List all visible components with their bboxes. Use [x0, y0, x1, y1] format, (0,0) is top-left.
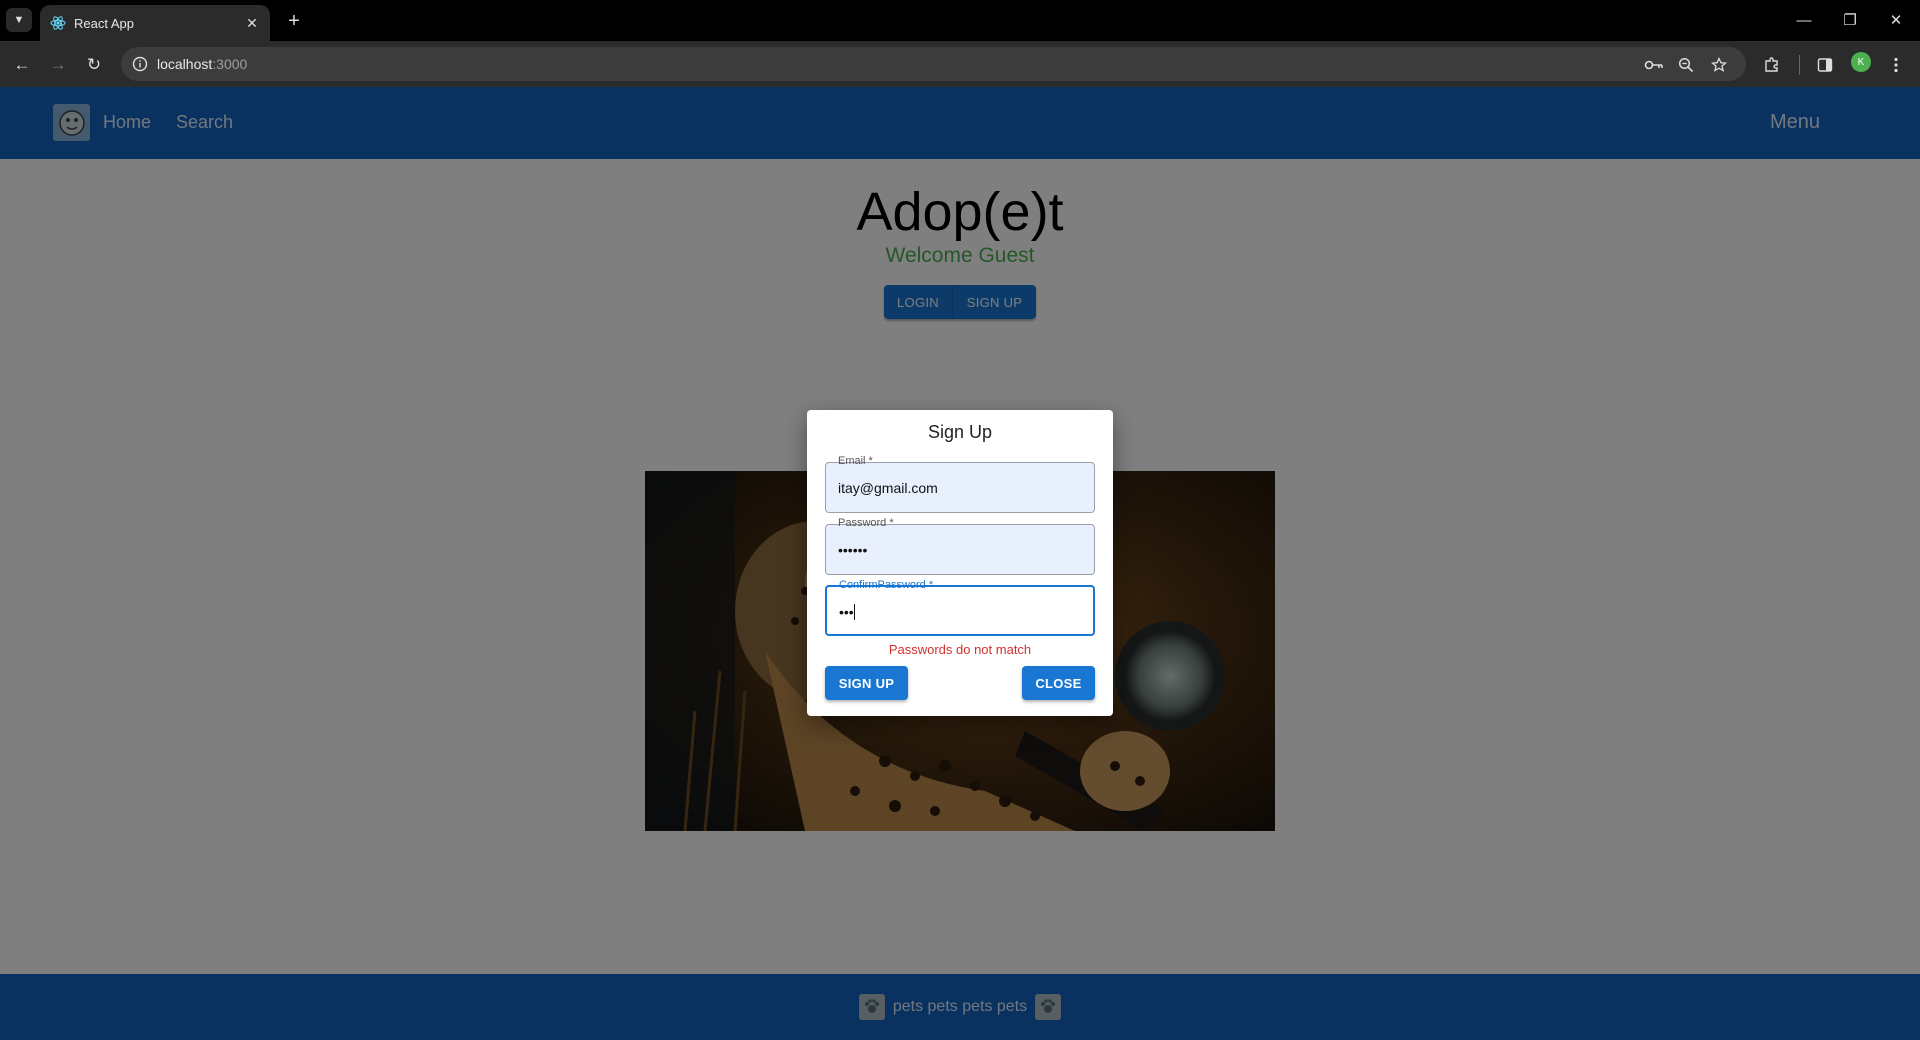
chrome-menu-icon[interactable]: [1885, 54, 1907, 76]
dialog-close-button[interactable]: CLOSE: [1022, 666, 1095, 700]
minimize-icon[interactable]: —: [1789, 8, 1819, 32]
password-label: Password *: [834, 517, 898, 529]
address-bar[interactable]: localhost:3000: [121, 47, 1746, 81]
side-panel-icon[interactable]: [1814, 54, 1836, 76]
restore-icon[interactable]: ❐: [1835, 8, 1865, 32]
confirm-password-label: ConfirmPassword *: [835, 579, 938, 591]
signup-dialog: Sign Up Email * itay@gmail.com Password …: [807, 410, 1113, 716]
reload-icon[interactable]: ↻: [81, 52, 107, 78]
confirm-password-value-wrap: •••: [839, 604, 855, 620]
back-arrow-icon[interactable]: ←: [9, 52, 35, 78]
confirm-password-field[interactable]: ConfirmPassword * •••: [825, 579, 1095, 636]
window-close-icon[interactable]: ✕: [1881, 8, 1911, 32]
new-tab-plus-icon[interactable]: +: [282, 9, 306, 33]
tab-search-chevron-icon[interactable]: ▼: [6, 8, 32, 32]
web-page: Home Search Menu Adop(e)t Welcome Guest …: [0, 87, 1920, 1040]
browser-tab[interactable]: React App ✕: [40, 5, 270, 41]
tab-title: React App: [74, 15, 134, 31]
profile-avatar[interactable]: K: [1851, 52, 1871, 72]
email-value: itay@gmail.com: [838, 480, 938, 496]
url-port: :3000: [212, 56, 248, 72]
password-value: ••••••: [838, 542, 868, 558]
zoom-icon[interactable]: [1676, 55, 1696, 75]
extensions-puzzle-icon[interactable]: [1761, 54, 1783, 76]
url-text[interactable]: localhost:3000: [157, 56, 247, 72]
password-mismatch-error: Passwords do not match: [888, 642, 1032, 657]
password-key-icon[interactable]: [1644, 55, 1664, 75]
email-field[interactable]: Email * itay@gmail.com: [825, 455, 1095, 513]
site-info-icon[interactable]: [131, 55, 149, 73]
forward-arrow-icon[interactable]: →: [45, 52, 71, 78]
dialog-signup-button[interactable]: SIGN UP: [825, 666, 908, 700]
text-caret: [853, 604, 855, 620]
toolbar-divider: [1799, 55, 1800, 75]
browser-toolbar: ← → ↻ localhost:3000: [0, 41, 1920, 87]
confirm-password-value: •••: [839, 604, 854, 620]
email-label: Email *: [834, 455, 877, 467]
dialog-title: Sign Up: [927, 422, 993, 442]
react-logo-icon: [50, 16, 66, 30]
browser-tab-strip: ▼ React App ✕ + — ❐ ✕: [0, 0, 1920, 41]
url-host: localhost: [157, 56, 213, 72]
password-field[interactable]: Password * ••••••: [825, 517, 1095, 575]
bookmark-star-icon[interactable]: [1709, 55, 1729, 75]
tab-close-icon[interactable]: ✕: [240, 11, 264, 35]
